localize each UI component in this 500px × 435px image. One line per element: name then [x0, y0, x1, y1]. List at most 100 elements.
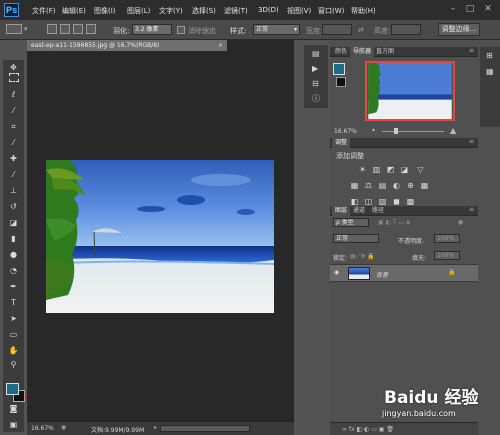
- tab-adjustments[interactable]: 调整: [332, 138, 351, 148]
- zoom-level[interactable]: 16.67%: [31, 425, 54, 432]
- hue-saturation-icon[interactable]: ▦: [350, 181, 359, 190]
- invert-icon[interactable]: ◧: [350, 197, 359, 206]
- restore-button[interactable]: □: [463, 3, 477, 15]
- layers-menu-icon[interactable]: ≡: [466, 205, 477, 215]
- properties-icon[interactable]: ⊟: [312, 79, 319, 88]
- tab-layers[interactable]: 图层: [332, 206, 351, 216]
- layer-name[interactable]: 背景: [376, 270, 388, 279]
- intersect-selection-icon[interactable]: [86, 24, 96, 34]
- mini-foreground-swatch[interactable]: [333, 63, 345, 75]
- photo-filter-icon[interactable]: ◐: [392, 181, 401, 190]
- status-scrollbar[interactable]: [160, 425, 250, 432]
- quick-mask-icon[interactable]: ◙: [7, 403, 20, 414]
- shape-tool-icon[interactable]: ▭: [7, 329, 20, 340]
- mini-background-swatch[interactable]: [336, 77, 346, 87]
- adjustments-menu-icon[interactable]: ≡: [466, 137, 477, 147]
- navigator-zoom[interactable]: 16.67%: [334, 128, 357, 135]
- menu-file[interactable]: 文件(F): [32, 6, 56, 16]
- pen-tool-icon[interactable]: ✒: [7, 281, 20, 292]
- black-white-icon[interactable]: ▤: [378, 181, 387, 190]
- eraser-tool-icon[interactable]: ◪: [7, 217, 20, 228]
- menu-3d[interactable]: 3D(D): [258, 6, 279, 14]
- history-brush-tool-icon[interactable]: ↺: [7, 201, 20, 212]
- marquee-preset-icon[interactable]: [6, 24, 22, 34]
- move-tool-icon[interactable]: ✥: [7, 62, 20, 73]
- quick-select-tool-icon[interactable]: ⁄: [7, 105, 20, 116]
- layer-visibility-eye-icon[interactable]: ◉: [334, 269, 339, 276]
- menu-window[interactable]: 窗口(W): [318, 6, 344, 16]
- gradient-map-icon[interactable]: ▩: [406, 197, 415, 206]
- blur-tool-icon[interactable]: ●: [7, 249, 20, 260]
- new-selection-icon[interactable]: [47, 24, 57, 34]
- status-info-icon[interactable]: ◉: [61, 424, 66, 431]
- history-panel-icon[interactable]: ⊞: [486, 51, 493, 60]
- layer-filter-icons[interactable]: ▣ ◐ T ▭ ◈: [378, 219, 410, 226]
- menu-layer[interactable]: 图层(L): [127, 6, 150, 16]
- brush-panel-icon[interactable]: ▦: [486, 67, 494, 76]
- menu-edit[interactable]: 编辑(E): [62, 6, 86, 16]
- antialias-checkbox[interactable]: [177, 26, 185, 34]
- document-close-icon[interactable]: ×: [218, 40, 223, 51]
- width-input[interactable]: [322, 24, 352, 35]
- subtract-selection-icon[interactable]: [73, 24, 83, 34]
- screen-mode-icon[interactable]: ▣: [7, 419, 20, 430]
- history-icon[interactable]: ▤: [312, 49, 320, 58]
- height-input[interactable]: [391, 24, 421, 35]
- healing-brush-tool-icon[interactable]: ✚: [7, 153, 20, 164]
- hand-tool-icon[interactable]: ✋: [7, 345, 20, 356]
- info-icon[interactable]: ⓘ: [312, 93, 320, 104]
- feather-input[interactable]: 3.2 像素: [132, 24, 172, 35]
- clone-stamp-tool-icon[interactable]: ⊥: [7, 185, 20, 196]
- crop-tool-icon[interactable]: ⌗: [7, 121, 20, 132]
- gradient-tool-icon[interactable]: ▮: [7, 233, 20, 244]
- color-panel-swatches[interactable]: [330, 63, 346, 96]
- actions-icon[interactable]: ▶: [312, 64, 318, 73]
- foreground-color-swatch[interactable]: [6, 383, 19, 395]
- opacity-input[interactable]: 100%: [434, 234, 460, 243]
- zoom-in-icon[interactable]: ▲: [450, 126, 456, 135]
- path-select-tool-icon[interactable]: ➤: [7, 313, 20, 324]
- tab-navigator[interactable]: 导航器: [350, 47, 375, 57]
- zoom-slider-handle[interactable]: [394, 128, 398, 134]
- tab-color[interactable]: 颜色: [332, 47, 350, 57]
- tab-histogram[interactable]: 直方图: [373, 47, 397, 57]
- menu-image[interactable]: 图像(I): [94, 6, 116, 16]
- vibrance-icon[interactable]: ▽: [416, 165, 425, 174]
- dodge-tool-icon[interactable]: ◔: [7, 265, 20, 276]
- minimize-button[interactable]: –: [446, 3, 460, 15]
- color-balance-icon[interactable]: ⚖: [364, 181, 373, 190]
- menu-select[interactable]: 选择(S): [192, 6, 216, 16]
- menu-view[interactable]: 视图(V): [287, 6, 311, 16]
- eyedropper-tool-icon[interactable]: ⁄: [7, 137, 20, 148]
- menu-help[interactable]: 帮助(H): [351, 6, 376, 16]
- brush-tool-icon[interactable]: ⁄: [7, 169, 20, 180]
- preset-dropdown-arrow-icon[interactable]: ▾: [24, 25, 28, 33]
- fill-input[interactable]: 100%: [434, 251, 460, 260]
- curves-icon[interactable]: ◩: [386, 165, 395, 174]
- navigator-menu-icon[interactable]: ≡: [466, 46, 477, 56]
- add-selection-icon[interactable]: [60, 24, 70, 34]
- posterize-icon[interactable]: ◫: [364, 197, 373, 206]
- levels-icon[interactable]: ▥: [372, 165, 381, 174]
- marquee-tool-icon[interactable]: [7, 73, 20, 84]
- navigator-zoom-slider[interactable]: [382, 131, 444, 132]
- swap-dimensions-icon[interactable]: ⇄: [358, 26, 364, 34]
- exposure-icon[interactable]: ◪: [400, 165, 409, 174]
- close-window-button[interactable]: ✕: [481, 3, 495, 15]
- zoom-tool-icon[interactable]: ⚲: [7, 359, 20, 370]
- menu-filter[interactable]: 滤镜(T): [224, 6, 248, 16]
- layer-filter-select[interactable]: ρ 类型: [333, 218, 369, 227]
- color-lookup-icon[interactable]: ▦: [420, 181, 429, 190]
- lasso-tool-icon[interactable]: ℓ: [7, 89, 20, 100]
- blend-mode-select[interactable]: 正常: [333, 234, 379, 243]
- document-image[interactable]: [46, 160, 274, 313]
- refine-edge-button[interactable]: 调整边缘...: [438, 23, 480, 36]
- filter-toggle-icon[interactable]: ●: [458, 219, 463, 226]
- brightness-icon[interactable]: ☀: [358, 165, 367, 174]
- status-menu-arrow-icon[interactable]: ▸: [154, 424, 157, 431]
- selective-color-icon[interactable]: ◼: [392, 197, 401, 206]
- threshold-icon[interactable]: ▨: [378, 197, 387, 206]
- lock-options-icons[interactable]: ▦ ⁄ ✥ 🔒: [350, 253, 375, 260]
- menu-type[interactable]: 文字(Y): [159, 6, 183, 16]
- style-select[interactable]: 正常 ▾: [253, 24, 300, 35]
